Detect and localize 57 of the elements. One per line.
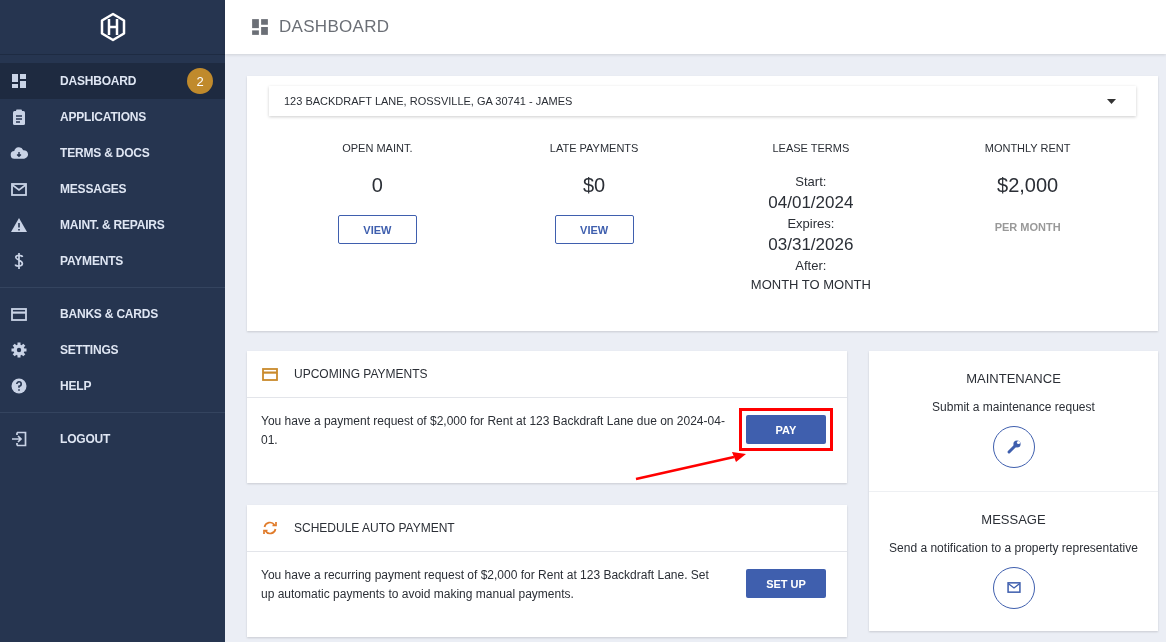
action-text: Submit a maintenance request — [932, 400, 1095, 414]
lease-label: Expires: — [787, 216, 835, 232]
view-button[interactable]: VIEW — [337, 215, 417, 244]
sidebar-item[interactable]: DASHBOARD 2 — [0, 63, 225, 99]
cloud-download-icon — [10, 146, 28, 160]
credit-card-icon — [11, 307, 27, 321]
caret-icon — [1107, 98, 1116, 104]
pay-button[interactable]: PAY — [746, 415, 826, 444]
property-dropdown[interactable]: 123 BACKDRAFT LANE, ROSSVILLE, GA 30741 - JAMES — [269, 86, 1136, 116]
stat-value: 0 — [371, 174, 383, 197]
sidebar-item[interactable]: SETTINGS — [0, 332, 225, 368]
sidebar-item[interactable]: HELP — [0, 368, 225, 404]
card-title: SCHEDULE AUTO PAYMENT — [294, 521, 455, 535]
action-title: MAINTENANCE — [966, 371, 1061, 386]
envelope-icon — [1006, 582, 1021, 593]
card-text: You have a payment request of $2,000 for Rent at 123 Backdraft Lane due on 2024-04-01. — [261, 413, 726, 449]
stat-note: PER MONTH — [994, 221, 1061, 233]
maintenance-button[interactable] — [992, 426, 1035, 468]
sidebar-item[interactable]: MESSAGES — [0, 171, 225, 207]
stat-label: LATE PAYMENTS — [549, 142, 639, 154]
sidebar-item[interactable]: TERMS & DOCS — [0, 135, 225, 171]
stat-value: $2,000 — [997, 174, 1059, 197]
action-text: Send a notification to a property representative — [889, 540, 1138, 555]
lease-label: After: — [795, 258, 827, 274]
lease-label: Start: — [795, 174, 827, 190]
stat-label: MONTHLY RENT — [984, 142, 1071, 154]
stat-value: $0 — [583, 174, 606, 197]
view-button[interactable]: VIEW — [554, 215, 634, 244]
stat-label: LEASE TERMS — [772, 142, 850, 154]
dollar-icon — [14, 252, 24, 270]
dashboard-icon — [251, 18, 269, 36]
sidebar-item[interactable]: LOGOUT — [0, 421, 225, 457]
sidebar-item[interactable]: MAINT. & REPAIRS — [0, 207, 225, 243]
page-title: DASHBOARD — [279, 17, 390, 37]
lease-after-term: MONTH TO MONTH — [750, 276, 871, 294]
sync-icon — [262, 521, 278, 535]
envelope-icon — [11, 182, 27, 196]
message-button[interactable] — [992, 566, 1035, 609]
lease-date: 03/31/2026 — [768, 234, 854, 256]
clipboard-icon — [12, 109, 26, 125]
sidebar-item[interactable]: BANKS & CARDS — [0, 296, 225, 332]
stat-label: OPEN MAINT. — [342, 142, 413, 154]
notification-badge: 2 — [187, 68, 213, 94]
set-up-button[interactable]: SET UP — [746, 569, 826, 598]
lease-date: 04/01/2024 — [768, 192, 854, 214]
action-title: MESSAGE — [981, 511, 1046, 527]
dashboard-icon — [11, 73, 27, 89]
settings-icon — [11, 342, 27, 358]
logout-icon — [11, 431, 27, 447]
warning-icon — [10, 217, 28, 233]
card-title: UPCOMING PAYMENTS — [294, 367, 428, 381]
credit-card-icon — [262, 367, 278, 381]
help-icon — [11, 378, 27, 394]
card-text: You have a recurring payment request of $2,000 for Rent at 123 Backdraft Lane. Set up automatic payments to avoid making manual payments. — [261, 567, 710, 603]
sidebar-item[interactable]: APPLICATIONS — [0, 99, 225, 135]
wrench-icon — [1005, 439, 1022, 455]
sidebar-item[interactable]: PAYMENTS — [0, 243, 225, 279]
